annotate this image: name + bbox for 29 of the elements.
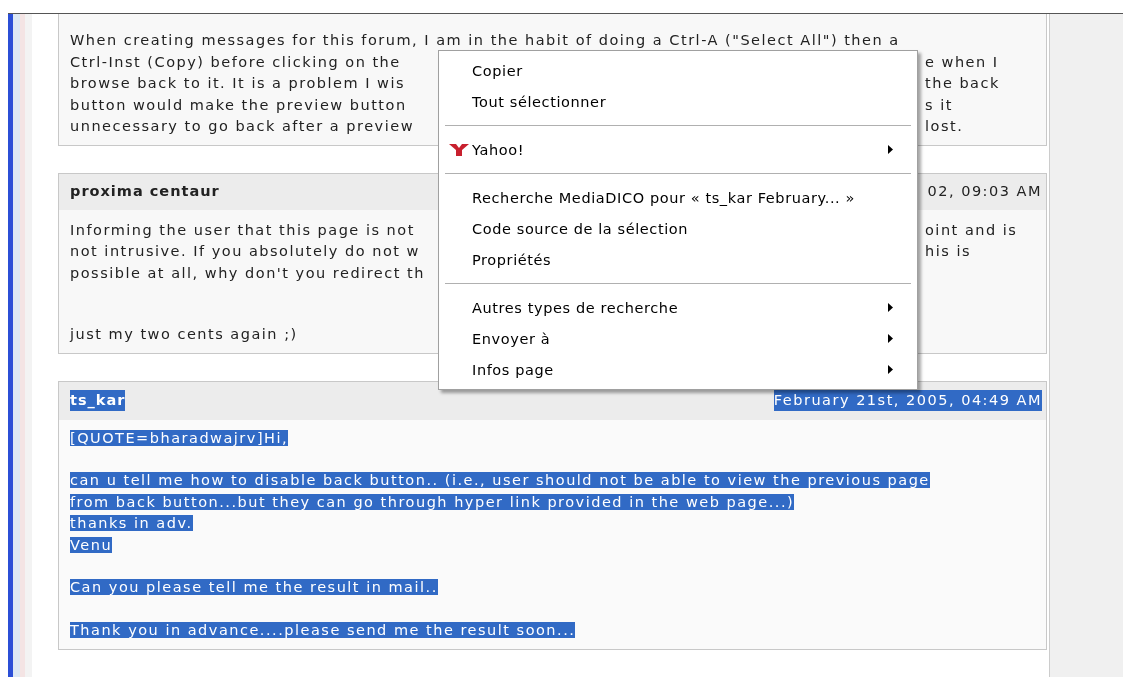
post-text-line: not intrusive. If you absolutely do not w bbox=[70, 242, 420, 261]
menu-item[interactable]: Tout sélectionner bbox=[439, 86, 917, 117]
post-date: 02, 09:03 AM bbox=[927, 181, 1042, 201]
post-author: ts_kar bbox=[70, 389, 126, 412]
menu-item[interactable]: Infos page bbox=[439, 354, 917, 385]
post-author: proxima centaur bbox=[70, 181, 220, 201]
menu-item[interactable]: Code source de la sélection bbox=[439, 213, 917, 244]
menu-item[interactable]: Envoyer à bbox=[439, 323, 917, 354]
post-text-line: oint and is bbox=[925, 220, 1018, 240]
post-text-line: Informing the user that this page is not bbox=[70, 220, 415, 240]
post-text-line: unnecessary to go back after a preview bbox=[70, 117, 414, 136]
post-text-line: When creating messages for this forum, I am in the habit of doing a Ctrl-A ("Select All") then a bbox=[70, 31, 900, 50]
post-date: February 21st, 2005, 04:49 AM bbox=[773, 389, 1042, 412]
post-text-line: browse back to it. It is a problem I wis bbox=[70, 74, 406, 93]
menu-item[interactable]: Recherche MediaDICO pour « ts_kar February... » bbox=[439, 182, 917, 213]
post-text-line: possible at all, why don't you redirect th bbox=[70, 263, 425, 283]
logo-icon bbox=[449, 143, 471, 156]
menu-item[interactable]: Copier bbox=[439, 55, 917, 86]
menu-item[interactable]: Propriétés bbox=[439, 244, 917, 275]
post-text-line: just my two cents again ;) bbox=[70, 325, 298, 344]
post-text-line: Ctrl-Inst (Copy) before clicking on the bbox=[70, 52, 401, 72]
post-text-line: s it bbox=[925, 95, 953, 115]
post-text-line: button would make the preview button bbox=[70, 95, 407, 115]
post-text-line: lost. bbox=[925, 117, 964, 136]
menu-item[interactable]: Yahoo! bbox=[439, 134, 917, 165]
post-text-line: e when I bbox=[925, 52, 999, 72]
post-text-line: the back bbox=[925, 74, 1000, 93]
post-text-line: his is bbox=[925, 242, 971, 261]
menu-item[interactable]: Autres types de recherche bbox=[439, 292, 917, 323]
